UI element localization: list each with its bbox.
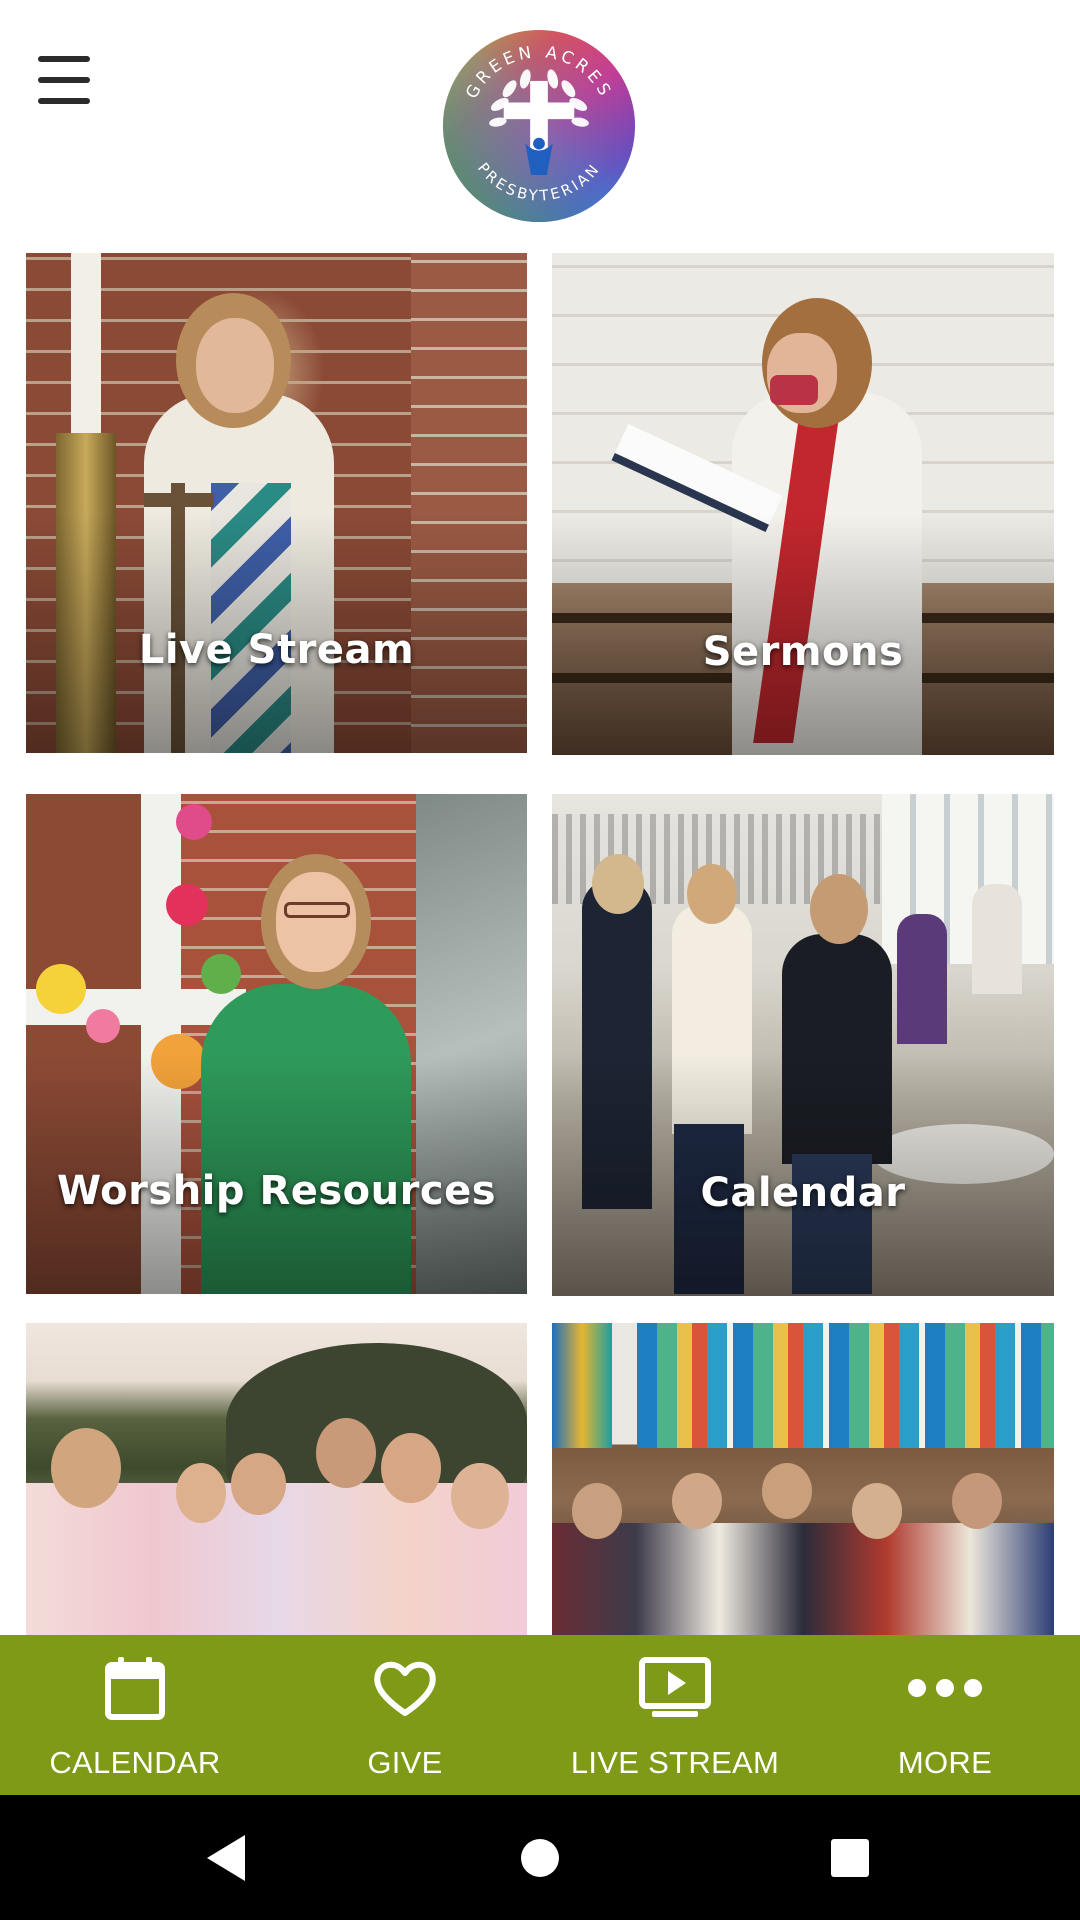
youth-photo <box>26 1323 527 1635</box>
tile-youth[interactable] <box>26 1323 527 1635</box>
tab-give[interactable]: GIVE <box>270 1635 540 1795</box>
bottom-tab-bar: CALENDAR GIVE LIVE STREAM MORE <box>0 1635 1080 1795</box>
tab-more[interactable]: MORE <box>810 1635 1080 1795</box>
tab-calendar[interactable]: CALENDAR <box>0 1635 270 1795</box>
home-icon[interactable] <box>500 1825 580 1891</box>
tile-label: Live Stream <box>138 627 415 673</box>
tile-calendar[interactable]: Calendar <box>552 794 1054 1296</box>
more-dots-icon <box>810 1653 1080 1723</box>
tile-label: Worship Resources <box>56 1168 497 1214</box>
tab-live-stream[interactable]: LIVE STREAM <box>540 1635 810 1795</box>
congregation-photo <box>552 1323 1054 1635</box>
heart-icon <box>270 1653 540 1723</box>
app-header: GREEN ACRES PRESBYTERIAN <box>0 0 1080 248</box>
recents-icon[interactable] <box>810 1825 890 1891</box>
system-navigation-bar <box>0 1795 1080 1920</box>
tile-congregation[interactable] <box>552 1323 1054 1635</box>
feature-grid: Live Stream Sermons Worship Resources Ca… <box>0 248 1080 1635</box>
back-icon[interactable] <box>185 1825 265 1891</box>
hamburger-menu-icon[interactable] <box>30 50 98 110</box>
tile-sermons[interactable]: Sermons <box>552 253 1054 755</box>
tile-label: Calendar <box>700 1170 906 1216</box>
tile-label: Sermons <box>702 629 904 675</box>
church-logo: GREEN ACRES PRESBYTERIAN <box>442 29 636 223</box>
tile-live-stream[interactable]: Live Stream <box>26 253 527 753</box>
tab-label: LIVE STREAM <box>570 1745 780 1780</box>
play-screen-icon <box>540 1653 810 1723</box>
calendar-icon <box>0 1653 270 1723</box>
tab-label: MORE <box>897 1745 993 1780</box>
tab-label: GIVE <box>367 1745 443 1780</box>
tile-worship-resources[interactable]: Worship Resources <box>26 794 527 1294</box>
tab-label: CALENDAR <box>49 1745 221 1780</box>
